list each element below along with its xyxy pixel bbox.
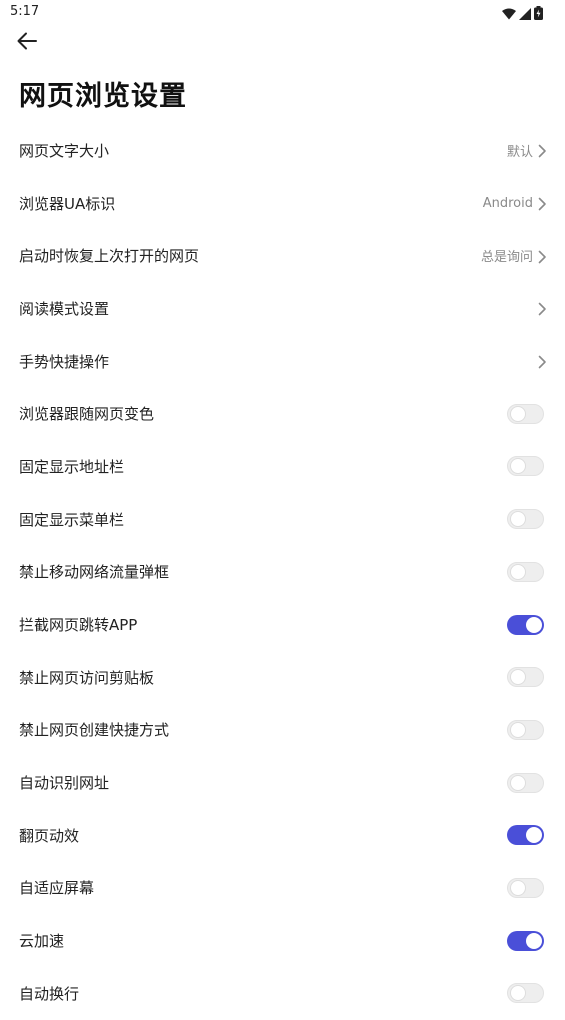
setting-row-page-flip[interactable]: 翻页动效 xyxy=(0,809,565,862)
setting-value-wrap: 总是询问 xyxy=(481,246,547,265)
toggle-knob xyxy=(510,563,526,580)
setting-label: 禁止网页创建快捷方式 xyxy=(19,721,170,740)
toggle-knob xyxy=(510,774,526,791)
setting-row-word-wrap[interactable]: 自动换行 xyxy=(0,967,565,1020)
setting-value: Android xyxy=(482,195,533,211)
toggle-knob xyxy=(526,827,542,844)
setting-label: 自适应屏幕 xyxy=(19,879,95,898)
setting-label: 手势快捷操作 xyxy=(19,352,110,371)
signal-icon xyxy=(519,5,531,24)
setting-row-shortcut[interactable]: 禁止网页创建快捷方式 xyxy=(0,704,565,757)
toggle-knob xyxy=(510,458,526,475)
chevron-right-icon xyxy=(537,354,547,369)
toggle-switch[interactable] xyxy=(507,719,544,740)
setting-label: 禁止网页访问剪贴板 xyxy=(19,668,155,687)
toggle-switch[interactable] xyxy=(507,561,544,582)
setting-label: 启动时恢复上次打开的网页 xyxy=(19,247,200,266)
setting-label: 固定显示地址栏 xyxy=(19,457,125,476)
toggle-switch[interactable] xyxy=(507,930,544,951)
toggle-switch[interactable] xyxy=(507,772,544,793)
chevron-right-icon xyxy=(537,196,547,211)
setting-label: 阅读模式设置 xyxy=(19,299,110,318)
status-bar: 5:17 xyxy=(0,0,565,24)
setting-label: 云加速 xyxy=(19,932,65,951)
toggle-switch[interactable] xyxy=(507,456,544,477)
chevron-right-icon xyxy=(537,301,547,316)
toggle-switch[interactable] xyxy=(507,983,544,1004)
chevron-right-icon xyxy=(537,143,547,158)
setting-row-ua[interactable]: 浏览器UA标识 Android xyxy=(0,177,565,230)
wifi-icon xyxy=(502,5,516,24)
setting-row-fixed-menu-bar[interactable]: 固定显示菜单栏 xyxy=(0,493,565,546)
setting-row-clipboard[interactable]: 禁止网页访问剪贴板 xyxy=(0,651,565,704)
setting-label: 浏览器跟随网页变色 xyxy=(19,405,155,424)
setting-row-follow-color[interactable]: 浏览器跟随网页变色 xyxy=(0,387,565,440)
setting-row-font-size[interactable]: 网页文字大小 默认 xyxy=(0,124,565,177)
setting-row-auto-url[interactable]: 自动识别网址 xyxy=(0,756,565,809)
setting-label: 拦截网页跳转APP xyxy=(19,616,138,635)
setting-value-wrap: 默认 xyxy=(507,141,547,160)
setting-label: 网页文字大小 xyxy=(19,141,110,160)
setting-label: 浏览器UA标识 xyxy=(19,194,116,213)
toggle-knob xyxy=(510,879,526,896)
page-title: 网页浏览设置 xyxy=(19,81,187,112)
toggle-knob xyxy=(510,669,526,686)
setting-label: 自动识别网址 xyxy=(19,774,110,793)
setting-row-mobile-data-popup[interactable]: 禁止移动网络流量弹框 xyxy=(0,546,565,599)
setting-label: 禁止移动网络流量弹框 xyxy=(19,563,170,582)
toggle-knob xyxy=(510,721,526,738)
chevron-right-icon xyxy=(537,249,547,264)
setting-row-reader-mode[interactable]: 阅读模式设置 xyxy=(0,282,565,335)
setting-row-cloud-accel[interactable]: 云加速 xyxy=(0,914,565,967)
status-icons xyxy=(502,5,543,24)
toggle-knob xyxy=(526,932,542,949)
setting-row-fit-screen[interactable]: 自适应屏幕 xyxy=(0,862,565,915)
toggle-switch[interactable] xyxy=(507,877,544,898)
setting-value-wrap xyxy=(537,301,547,316)
setting-label: 固定显示菜单栏 xyxy=(19,510,125,529)
setting-value: 总是询问 xyxy=(480,250,533,266)
setting-value-wrap xyxy=(537,354,547,369)
toggle-knob xyxy=(510,511,526,528)
setting-value-wrap: Android xyxy=(483,196,547,211)
setting-value: 默认 xyxy=(506,144,533,160)
setting-label: 翻页动效 xyxy=(19,826,80,845)
toggle-knob xyxy=(526,616,542,633)
toggle-switch[interactable] xyxy=(507,667,544,688)
status-time: 5:17 xyxy=(10,4,40,19)
setting-row-fixed-address-bar[interactable]: 固定显示地址栏 xyxy=(0,440,565,493)
setting-label: 自动换行 xyxy=(19,984,80,1003)
battery-charging-icon xyxy=(534,5,543,24)
setting-row-gestures[interactable]: 手势快捷操作 xyxy=(0,335,565,388)
toggle-knob xyxy=(510,405,526,422)
back-button[interactable] xyxy=(12,30,42,56)
toggle-switch[interactable] xyxy=(507,509,544,530)
setting-row-restore[interactable]: 启动时恢复上次打开的网页 总是询问 xyxy=(0,229,565,282)
setting-row-block-app-redirect[interactable]: 拦截网页跳转APP xyxy=(0,598,565,651)
toggle-switch[interactable] xyxy=(507,403,544,424)
settings-list: 网页文字大小 默认浏览器UA标识 Android 启动时恢复上次打开的网页 总是询问阅读… xyxy=(0,124,565,1020)
arrow-left-icon xyxy=(17,32,37,54)
toggle-knob xyxy=(510,985,526,1002)
toggle-switch[interactable] xyxy=(507,614,544,635)
toggle-switch[interactable] xyxy=(507,825,544,846)
